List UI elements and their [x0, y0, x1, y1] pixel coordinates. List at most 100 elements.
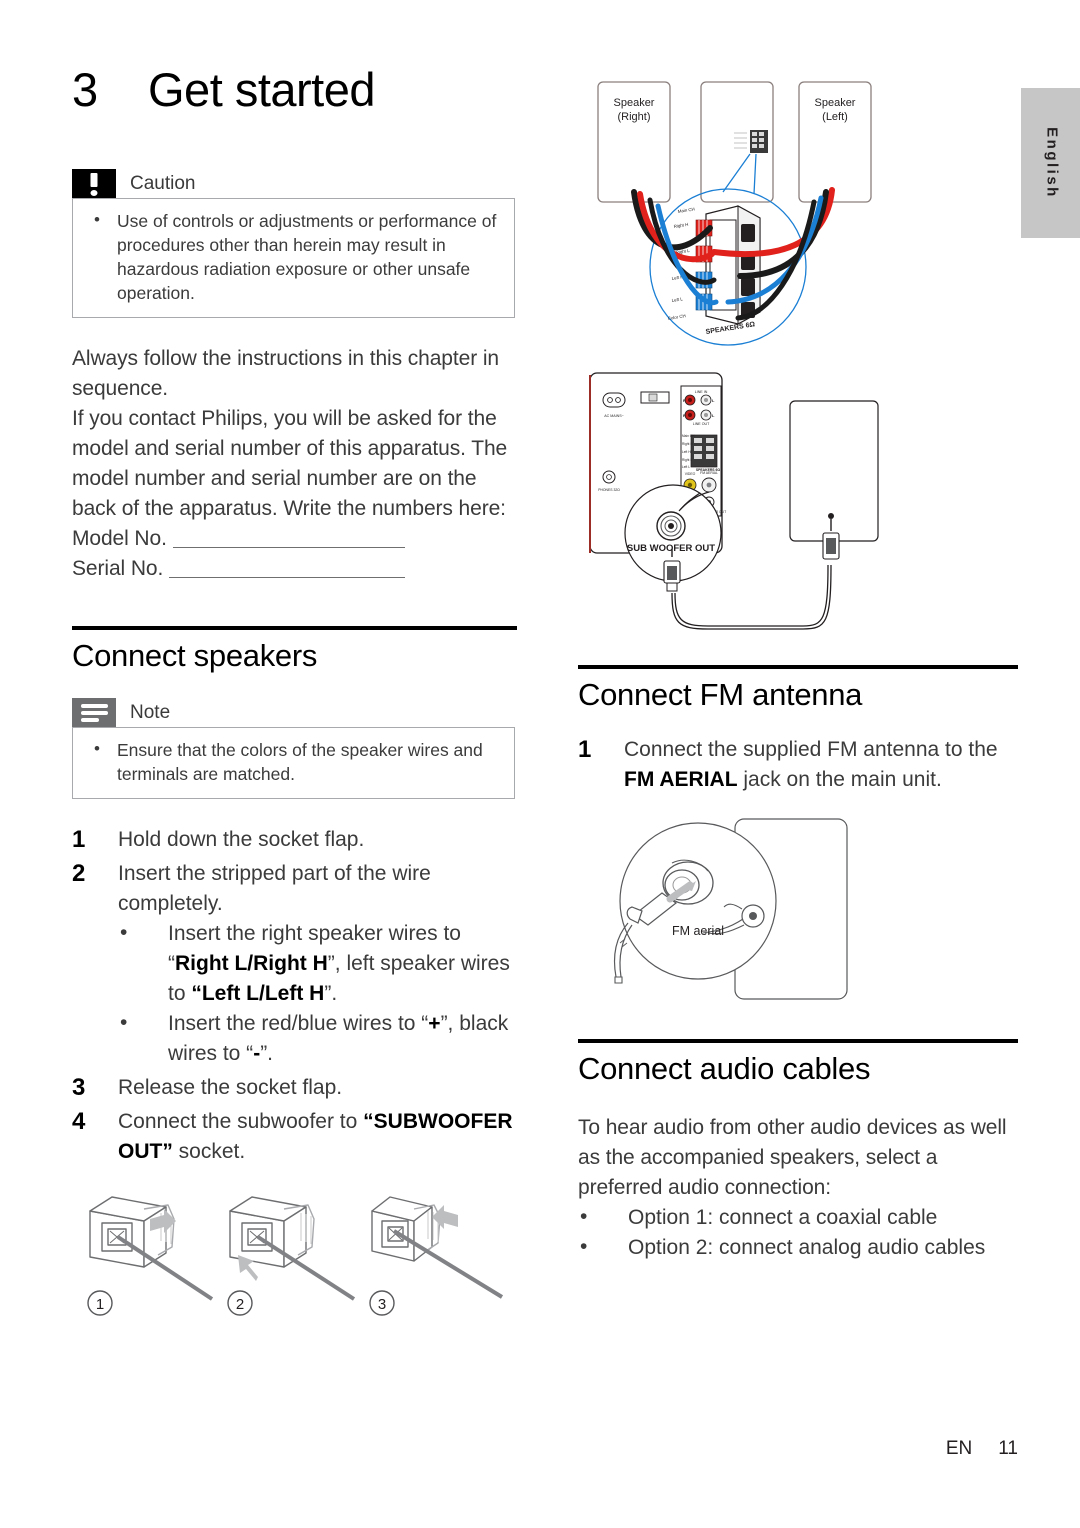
sub-pre: Insert the red/blue wires to “ [168, 1012, 429, 1035]
audio-option-1: Option 1: connect a coaxial cable [578, 1202, 1018, 1233]
chapter-number: 3 [72, 63, 98, 116]
caution-body: Use of controls or adjustments or perfor… [72, 198, 515, 318]
language-tab-label: English [1043, 127, 1061, 199]
socket-step-caption-1: 1 [96, 1296, 104, 1313]
step-text: Insert the stripped part of the wire com… [118, 862, 431, 915]
footer-page-number: 11 [998, 1438, 1018, 1459]
note-callout: Note Ensure that the colors of the speak… [72, 698, 515, 799]
audio-cable-options: Option 1: connect a coaxial cable Option… [578, 1202, 1018, 1263]
svg-text:LINE OUT: LINE OUT [693, 422, 710, 426]
step-number: 1 [578, 736, 592, 763]
sub-bold-1: Right L/Right H [175, 952, 328, 975]
step-text: Hold down the socket flap. [118, 828, 365, 851]
connect-fm-antenna-section: Connect FM antenna [578, 665, 1018, 713]
connect-audio-cables-paragraph: To hear audio from other audio devices a… [578, 1116, 1007, 1199]
sub-item-wires-polarity: Insert the red/blue wires to “+”, black … [118, 1008, 517, 1069]
fm-step-bold: FM AERIAL [624, 768, 738, 791]
svg-text:R: R [683, 398, 686, 403]
step-2-sublist: Insert the right speaker wires to “Right… [118, 918, 517, 1069]
caution-icon [72, 169, 116, 198]
step-number: 2 [72, 860, 86, 887]
intro-paragraph-1: Always follow the instructions in this c… [72, 347, 499, 400]
subwoofer-out-jack-magnified [656, 511, 686, 541]
svg-text:Right H: Right H [682, 442, 693, 446]
right-column: Speaker (Right) Speaker (Left) Main CH R… [578, 62, 1018, 1263]
connect-fm-antenna-steps: 1 Connect the supplied FM antenna to the… [578, 735, 1018, 795]
model-no-line: Model No. [72, 524, 517, 554]
svg-text:Left L: Left L [682, 465, 690, 469]
svg-text:VIDEO: VIDEO [685, 472, 696, 476]
document-page: English 3 Get started Caution Use of con… [0, 0, 1080, 1528]
sub-bold-2: “Left L/Left H [191, 982, 325, 1005]
connect-audio-cables-title: Connect audio cables [578, 1051, 871, 1086]
svg-text:Right L: Right L [682, 458, 692, 462]
step-text: Release the socket flap. [118, 1076, 343, 1099]
terminal-label-4: Left L [671, 296, 683, 303]
language-tab: English [1021, 88, 1080, 238]
speakers-impedance-label: SPEAKERS 6Ω [705, 321, 756, 336]
page-footer: EN 11 [0, 1438, 1080, 1460]
model-no-label: Model No. [72, 527, 167, 550]
svg-text:LINE IN: LINE IN [695, 390, 708, 394]
socket-flap-figure: 1 2 3 [72, 1181, 517, 1321]
terminal-block-magnified [695, 205, 761, 325]
caution-title: Caution [130, 173, 196, 194]
step-4: 4 Connect the subwoofer to “SUBWOOFER OU… [72, 1107, 517, 1167]
speaker-left-label-2: (Left) [822, 111, 848, 123]
svg-text:Left H: Left H [682, 450, 691, 454]
sub-woofer-out-label: SUB WOOFER OUT [627, 543, 715, 554]
section-rule [578, 1039, 1018, 1043]
sub-item-wires-lr: Insert the right speaker wires to “Right… [118, 918, 517, 1009]
note-callout-header: Note [72, 698, 515, 727]
svg-text:Main CH: Main CH [682, 434, 695, 438]
terminal-label-1: Right H [673, 222, 688, 229]
subwoofer-box [789, 400, 879, 542]
sub-bold-1: + [428, 1012, 441, 1035]
step-1: 1 Hold down the socket flap. [72, 825, 517, 855]
note-icon [72, 698, 116, 727]
sub-post: ”. [260, 1042, 274, 1065]
step-number: 1 [72, 826, 86, 853]
sub-post: ”. [324, 982, 338, 1005]
terminal-label-5: Color CH [667, 313, 686, 321]
left-column: 3 Get started Caution Use of controls or… [72, 62, 517, 1321]
section-rule [72, 626, 517, 630]
caution-callout: Caution Use of controls or adjustments o… [72, 169, 515, 318]
step-number: 4 [72, 1108, 86, 1135]
serial-no-blank [168, 556, 405, 578]
connect-speakers-steps: 1 Hold down the socket flap. 2 Insert th… [72, 825, 517, 1167]
caution-callout-header: Caution [72, 169, 515, 198]
connect-audio-cables-section: Connect audio cables [578, 1039, 1018, 1087]
step-number: 3 [72, 1074, 86, 1101]
step-3: 3 Release the socket flap. [72, 1073, 517, 1103]
speaker-right-label-1: Speaker [614, 97, 655, 109]
speaker-left-label-1: Speaker [815, 97, 856, 109]
fm-aerial-label: FM aerial [672, 924, 724, 938]
chapter-heading: 3 Get started [72, 62, 517, 117]
section-rule [578, 665, 1018, 669]
chapter-title: Get started [148, 63, 376, 116]
speaker-wiring-diagram: Speaker (Right) Speaker (Left) Main CH R… [578, 62, 1018, 357]
fm-step-post: jack on the main unit. [737, 768, 942, 791]
step-2: 2 Insert the stripped part of the wire c… [72, 859, 517, 1069]
connect-speakers-title: Connect speakers [72, 638, 318, 673]
svg-text:AC MAINS~: AC MAINS~ [604, 414, 623, 418]
fm-aerial-jack [741, 904, 765, 928]
voltage-selector [640, 391, 670, 404]
socket-step-caption-2: 2 [236, 1296, 244, 1313]
connect-fm-antenna-title: Connect FM antenna [578, 677, 863, 712]
socket-step-caption-3: 3 [378, 1296, 386, 1313]
audio-option-2: Option 2: connect analog audio cables [578, 1232, 1018, 1263]
footer-language-code: EN [945, 1438, 973, 1459]
svg-text:R: R [683, 413, 686, 418]
ac-mains-socket: AC MAINS~ [602, 392, 626, 418]
intro-paragraph-2: If you contact Philips, you will be aske… [72, 407, 508, 520]
fm-step-1: 1 Connect the supplied FM antenna to the… [578, 735, 1018, 795]
connect-speakers-section: Connect speakers [72, 626, 517, 674]
caution-item: Use of controls or adjustments or perfor… [87, 208, 500, 305]
fm-aerial-figure: FM aerial [578, 811, 1018, 1011]
note-body: Ensure that the colors of the speaker wi… [72, 727, 515, 799]
fm-step-pre: Connect the supplied FM antenna to the [624, 738, 998, 761]
serial-no-line: Serial No. [72, 554, 517, 584]
serial-no-label: Serial No. [72, 557, 164, 580]
